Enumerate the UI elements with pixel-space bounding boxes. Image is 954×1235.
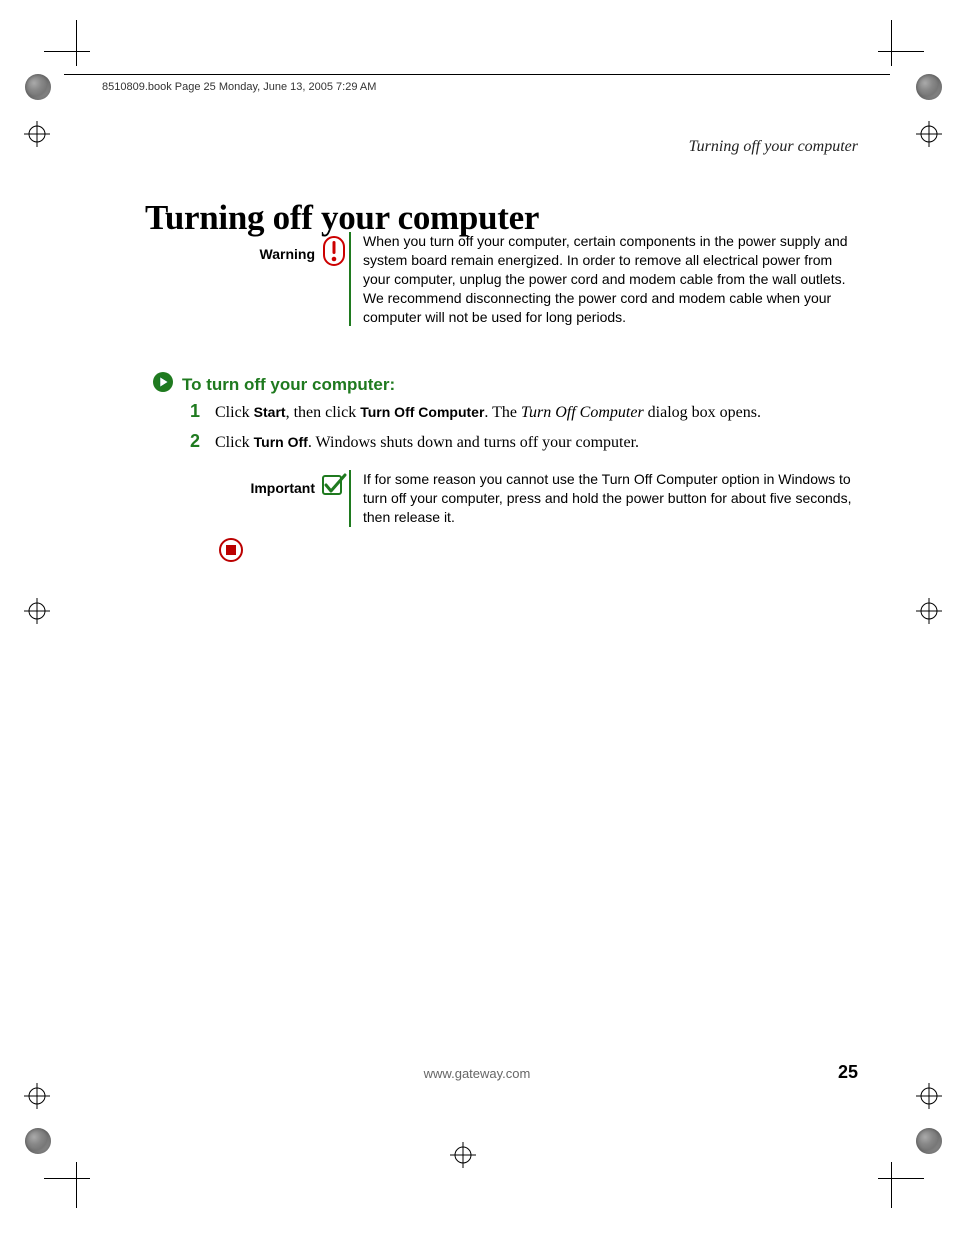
crop-line bbox=[76, 20, 77, 66]
page-number: 25 bbox=[838, 1062, 858, 1083]
registration-mark-icon bbox=[916, 121, 942, 147]
header-rule bbox=[64, 74, 890, 75]
important-callout: Important If for some reason you cannot … bbox=[200, 470, 860, 527]
warning-label: Warning bbox=[200, 232, 319, 262]
step-body: Click Turn Off. Windows shuts down and t… bbox=[215, 431, 639, 455]
registration-mark-icon bbox=[24, 598, 50, 624]
step-body: Click Start, then click Turn Off Compute… bbox=[215, 401, 761, 425]
registration-mark-icon bbox=[24, 1083, 50, 1109]
step-number: 2 bbox=[190, 431, 215, 452]
warning-text: When you turn off your computer, certain… bbox=[349, 232, 860, 326]
registration-mark-icon bbox=[916, 598, 942, 624]
crop-line bbox=[891, 1162, 892, 1208]
section-title: To turn off your computer: bbox=[182, 375, 395, 395]
step-row: 2 Click Turn Off. Windows shuts down and… bbox=[190, 431, 840, 455]
stop-icon bbox=[219, 538, 243, 567]
crop-line bbox=[44, 51, 90, 52]
registration-mark-icon bbox=[916, 1083, 942, 1109]
registration-mark-icon bbox=[24, 121, 50, 147]
crop-line bbox=[44, 1178, 90, 1179]
important-text: If for some reason you cannot use the Tu… bbox=[349, 470, 860, 527]
registration-mark-icon bbox=[450, 1142, 476, 1168]
running-head: Turning off your computer bbox=[689, 138, 858, 156]
printer-mark-icon bbox=[25, 74, 51, 100]
warning-callout: Warning When you turn off your computer,… bbox=[200, 232, 860, 326]
warning-icon bbox=[319, 232, 349, 270]
crop-line bbox=[891, 20, 892, 66]
printer-mark-icon bbox=[916, 74, 942, 100]
step-row: 1 Click Start, then click Turn Off Compu… bbox=[190, 401, 840, 425]
section-header: To turn off your computer: bbox=[152, 371, 395, 398]
steps-list: 1 Click Start, then click Turn Off Compu… bbox=[190, 395, 840, 455]
crop-line bbox=[878, 51, 924, 52]
play-icon bbox=[152, 371, 174, 398]
header-meta: 8510809.book Page 25 Monday, June 13, 20… bbox=[102, 81, 376, 93]
step-number: 1 bbox=[190, 401, 215, 422]
important-label: Important bbox=[200, 470, 319, 496]
crop-line bbox=[76, 1162, 77, 1208]
checkmark-icon bbox=[319, 470, 349, 500]
printer-mark-icon bbox=[916, 1128, 942, 1154]
crop-line bbox=[878, 1178, 924, 1179]
footer-url: www.gateway.com bbox=[0, 1066, 954, 1081]
printer-mark-icon bbox=[25, 1128, 51, 1154]
